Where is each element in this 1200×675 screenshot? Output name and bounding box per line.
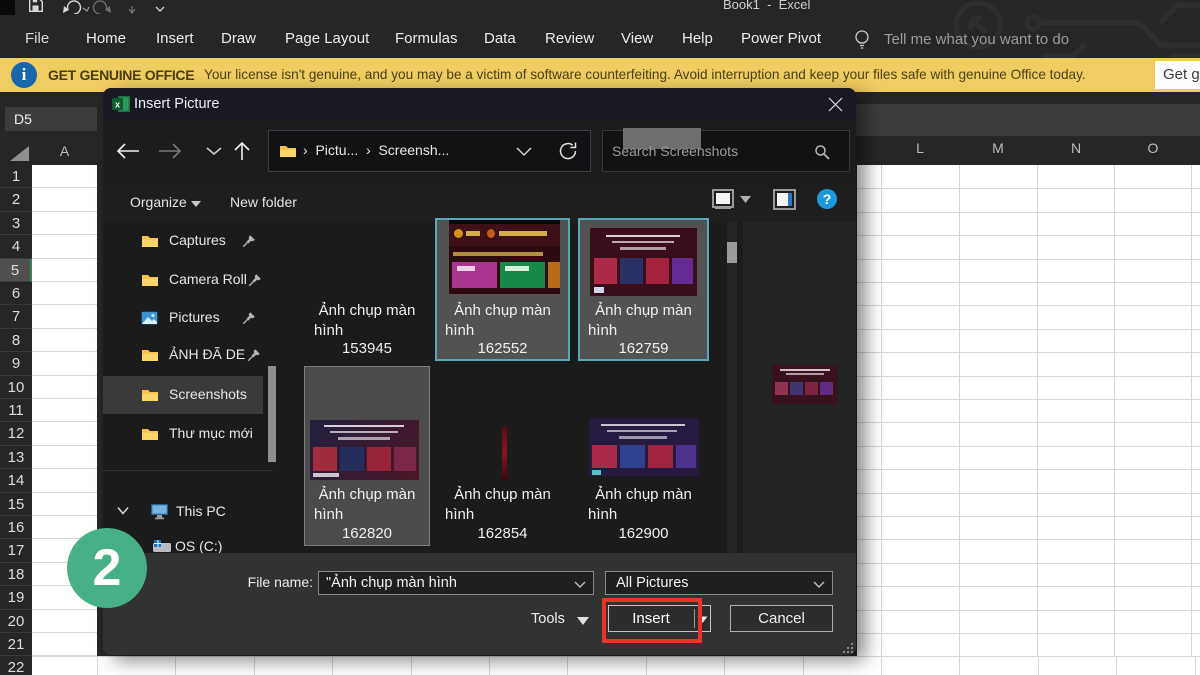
svg-text:x: x xyxy=(115,100,120,110)
